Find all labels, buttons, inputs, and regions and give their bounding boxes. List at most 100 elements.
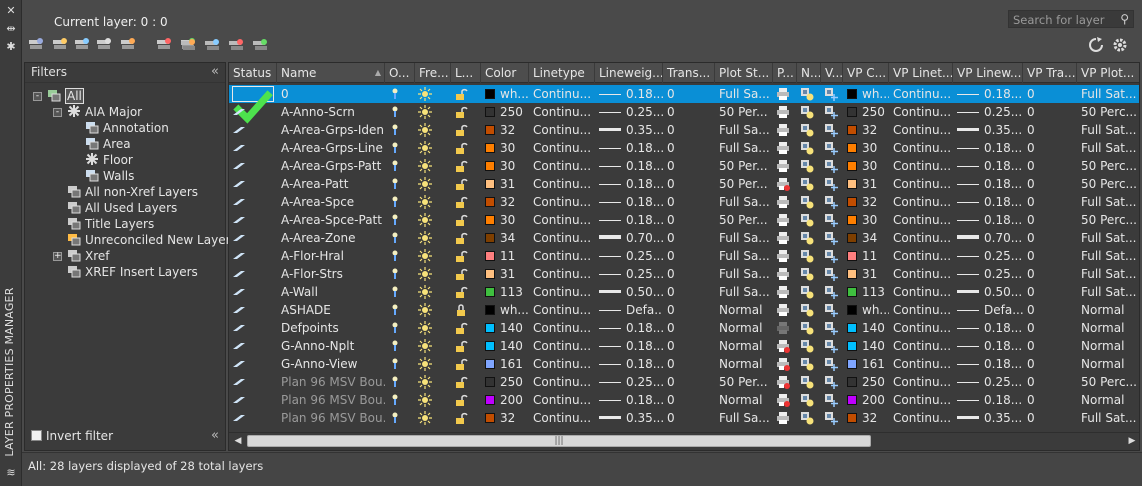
column-header[interactable]: VP Tra... xyxy=(1023,63,1077,83)
new-vp-freeze-icon[interactable] xyxy=(800,213,814,227)
grid-cell[interactable]: A-Anno-Scrn xyxy=(277,103,385,121)
grid-cell[interactable]: 0 xyxy=(277,85,385,103)
unlocked-icon[interactable] xyxy=(454,87,468,101)
light-bulb-on-icon[interactable] xyxy=(388,141,402,155)
layer-row[interactable]: Defpoints 140 Continu... 0.18... 0 Normal 140 C… xyxy=(229,319,1139,337)
thawed-sun-icon[interactable] xyxy=(418,141,432,155)
grid-cell[interactable]: Plan 96 MSV Bou... xyxy=(277,391,385,409)
layer-row[interactable]: A-Area-Grps-Patt 30 Continu... 0.18... 0 50 P… xyxy=(229,157,1139,175)
new-vp-freeze-icon[interactable] xyxy=(800,105,814,119)
no-plot-icon[interactable] xyxy=(776,339,790,353)
settings-icon[interactable] xyxy=(1112,37,1128,53)
light-bulb-on-icon[interactable] xyxy=(388,285,402,299)
filter-node[interactable]: All xyxy=(47,88,84,104)
new-vp-freeze-icon[interactable] xyxy=(800,195,814,209)
palette-titlebar[interactable]: ✕ ⇹ ✱ LAYER PROPERTIES MANAGER ≋ xyxy=(0,0,22,486)
horizontal-scrollbar[interactable]: ◀ ||| ▶ xyxy=(229,432,1139,449)
thawed-sun-icon[interactable] xyxy=(418,159,432,173)
delete-layer-icon[interactable] xyxy=(156,37,172,53)
layer-row[interactable]: Plan 96 MSV Bou... 200 Continu... 0.18... 0 N… xyxy=(229,391,1139,409)
filter-node[interactable]: Walls xyxy=(85,168,134,184)
grid-cell[interactable]: A-Area-Patt xyxy=(277,175,385,193)
light-bulb-on-icon[interactable] xyxy=(388,177,402,191)
unlocked-icon[interactable] xyxy=(454,213,468,227)
new-vp-freeze-icon[interactable] xyxy=(800,357,814,371)
thawed-sun-icon[interactable] xyxy=(418,249,432,263)
new-vp-freeze-icon[interactable] xyxy=(800,177,814,191)
grid-cell[interactable]: G-Anno-View xyxy=(277,355,385,373)
light-bulb-on-icon[interactable] xyxy=(388,105,402,119)
layer-row[interactable]: Plan 96 MSV Bou... 250 Continu... 0.25... 0 5… xyxy=(229,373,1139,391)
unlocked-icon[interactable] xyxy=(454,105,468,119)
light-bulb-on-icon[interactable] xyxy=(388,411,402,425)
printer-icon[interactable] xyxy=(776,105,790,119)
unlocked-icon[interactable] xyxy=(454,231,468,245)
vp-freeze-icon[interactable] xyxy=(824,249,838,263)
new-vp-freeze-icon[interactable] xyxy=(800,393,814,407)
thawed-sun-icon[interactable] xyxy=(418,375,432,389)
printer-icon[interactable] xyxy=(776,159,790,173)
column-header[interactable]: V... xyxy=(821,63,843,83)
layer-status-icon[interactable] xyxy=(232,321,246,335)
light-bulb-on-icon[interactable] xyxy=(388,249,402,263)
no-plot-icon[interactable] xyxy=(776,393,790,407)
filter-node[interactable]: Unreconciled New Layers xyxy=(67,232,237,248)
unlocked-icon[interactable] xyxy=(454,195,468,209)
new-vp-freeze-icon[interactable] xyxy=(800,375,814,389)
vp-freeze-icon[interactable] xyxy=(824,87,838,101)
layer-status-icon[interactable] xyxy=(232,285,246,299)
grid-cell[interactable]: G-Anno-Nplt xyxy=(277,337,385,355)
column-header[interactable]: VP C... xyxy=(843,63,889,83)
filter-node[interactable]: Xref xyxy=(67,248,110,264)
unlocked-icon[interactable] xyxy=(454,267,468,281)
close-icon[interactable]: ✕ xyxy=(4,4,18,18)
layer-status-icon[interactable] xyxy=(232,303,246,317)
layer-row[interactable]: A-Wall 113 Continu... 0.50... 0 Full Sa... 113… xyxy=(229,283,1139,301)
unlocked-icon[interactable] xyxy=(454,159,468,173)
grid-cell[interactable]: ASHADE xyxy=(277,301,385,319)
printer-icon[interactable] xyxy=(776,411,790,425)
layer-status-icon[interactable] xyxy=(232,159,246,173)
thawed-sun-icon[interactable] xyxy=(418,123,432,137)
column-header[interactable]: Color xyxy=(481,63,529,83)
unlocked-icon[interactable] xyxy=(454,357,468,371)
grid-cell[interactable]: Defpoints xyxy=(277,319,385,337)
printer-icon[interactable] xyxy=(776,267,790,281)
layer-row[interactable]: A-Anno-Scrn 250 Continu... 0.25... 0 50 Per..… xyxy=(229,103,1139,121)
new-group-filter-icon[interactable] xyxy=(52,37,68,53)
grid-cell[interactable]: A-Flor-Hral xyxy=(277,247,385,265)
layer-row[interactable]: 0 wh... Continu... 0.18... 0 Full Sa... wh... C… xyxy=(229,85,1139,124)
column-header[interactable]: Plot St... xyxy=(715,63,773,83)
light-bulb-on-icon[interactable] xyxy=(388,339,402,353)
light-bulb-on-icon[interactable] xyxy=(388,321,402,335)
printer-icon[interactable] xyxy=(776,213,790,227)
search-input[interactable]: Search for layer ⚲ xyxy=(1008,10,1134,28)
column-header[interactable]: N... xyxy=(797,63,821,83)
layer-status-icon[interactable] xyxy=(232,393,246,407)
light-bulb-on-icon[interactable] xyxy=(388,159,402,173)
printer-icon[interactable] xyxy=(776,195,790,209)
column-header[interactable]: Name ▲ xyxy=(277,63,385,83)
thawed-sun-icon[interactable] xyxy=(418,231,432,245)
thawed-sun-icon[interactable] xyxy=(418,105,432,119)
no-plot-icon[interactable] xyxy=(776,375,790,389)
vp-freeze-icon[interactable] xyxy=(824,411,838,425)
vp-freeze-icon[interactable] xyxy=(824,393,838,407)
filter-node[interactable]: Floor xyxy=(85,152,133,168)
no-plot-icon[interactable] xyxy=(776,177,790,191)
tree-expander-icon[interactable]: - xyxy=(53,108,62,117)
refresh-icon[interactable] xyxy=(1088,37,1104,53)
filter-node[interactable]: Title Layers xyxy=(67,216,154,232)
unlocked-icon[interactable] xyxy=(454,393,468,407)
column-header[interactable]: VP Linet... xyxy=(889,63,953,83)
no-plot-icon[interactable] xyxy=(776,357,790,371)
layer-status-icon[interactable] xyxy=(232,141,246,155)
tree-expander-icon[interactable]: + xyxy=(53,252,62,261)
vp-freeze-icon[interactable] xyxy=(824,141,838,155)
new-vp-freeze-icon[interactable] xyxy=(800,159,814,173)
light-bulb-on-icon[interactable] xyxy=(388,195,402,209)
layer-row[interactable]: G-Anno-View 161 Continu... 0.18... 0 Normal 16… xyxy=(229,355,1139,373)
new-vp-freeze-icon[interactable] xyxy=(800,87,814,101)
column-header[interactable]: VP Plot... xyxy=(1077,63,1139,83)
filter-node[interactable]: Area xyxy=(85,136,131,152)
